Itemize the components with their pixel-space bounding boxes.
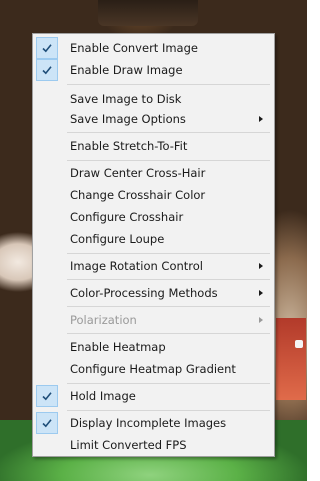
- menu-item-configure-heatmap-gradient[interactable]: Configure Heatmap Gradient: [36, 358, 271, 380]
- menu-item-color-processing-methods[interactable]: Color-Processing Methods: [36, 282, 271, 304]
- menu-item-label: Enable Stretch-To-Fit: [70, 139, 188, 153]
- checkmark-icon: [36, 59, 58, 81]
- menu-item-label: Save Image Options: [70, 112, 186, 126]
- menu-item-save-image-to-disk[interactable]: Save Image to Disk: [36, 88, 271, 110]
- context-menu-list: Enable Convert Image Enable Draw Image S…: [33, 34, 274, 456]
- menu-separator: [67, 160, 270, 161]
- menu-separator: [67, 84, 270, 85]
- menu-separator: [67, 383, 270, 384]
- menu-separator: [67, 306, 270, 307]
- menu-item-enable-convert-image[interactable]: Enable Convert Image: [36, 37, 271, 59]
- chevron-right-icon: [259, 116, 263, 122]
- menu-item-hold-image[interactable]: Hold Image: [36, 385, 271, 407]
- chevron-right-icon: [259, 317, 263, 323]
- menu-item-label: Display Incomplete Images: [70, 416, 227, 430]
- menu-item-label: Save Image to Disk: [70, 92, 182, 106]
- menu-item-label: Configure Loupe: [70, 232, 165, 246]
- menu-item-label: Configure Heatmap Gradient: [70, 362, 236, 376]
- menu-item-change-crosshair-color[interactable]: Change Crosshair Color: [36, 184, 271, 206]
- menu-item-label: Image Rotation Control: [70, 259, 203, 273]
- menu-item-display-incomplete-images[interactable]: Display Incomplete Images: [36, 412, 271, 434]
- menu-item-label: Configure Crosshair: [70, 210, 184, 224]
- menu-item-label: Draw Center Cross-Hair: [70, 166, 206, 180]
- checkmark-icon: [36, 385, 58, 407]
- background-ornament-shape: [276, 318, 306, 400]
- chevron-right-icon: [259, 263, 263, 269]
- menu-separator: [67, 410, 270, 411]
- checkmark-icon: [36, 37, 58, 59]
- background-hat-shape: [98, 0, 198, 26]
- menu-separator: [67, 333, 270, 334]
- menu-item-enable-stretch-to-fit[interactable]: Enable Stretch-To-Fit: [36, 135, 271, 157]
- menu-item-configure-crosshair[interactable]: Configure Crosshair: [36, 206, 271, 228]
- menu-item-polarization[interactable]: Polarization: [36, 309, 271, 331]
- menu-item-label: Enable Heatmap: [70, 340, 166, 354]
- checkmark-icon: [36, 412, 58, 434]
- menu-item-label: Change Crosshair Color: [70, 188, 206, 202]
- menu-item-configure-loupe[interactable]: Configure Loupe: [36, 228, 271, 250]
- menu-item-label: Hold Image: [70, 389, 136, 403]
- menu-item-save-image-options[interactable]: Save Image Options: [36, 108, 271, 130]
- menu-item-limit-converted-fps[interactable]: Limit Converted FPS: [36, 434, 271, 456]
- context-menu: Enable Convert Image Enable Draw Image S…: [32, 33, 275, 457]
- menu-item-label: Limit Converted FPS: [70, 438, 187, 452]
- background-ornament-dot: [295, 340, 303, 348]
- menu-separator: [67, 253, 270, 254]
- chevron-right-icon: [259, 290, 263, 296]
- menu-separator: [67, 279, 270, 280]
- menu-item-draw-center-cross-hair[interactable]: Draw Center Cross-Hair: [36, 162, 271, 184]
- menu-item-enable-heatmap[interactable]: Enable Heatmap: [36, 336, 271, 358]
- menu-item-label: Color-Processing Methods: [70, 286, 218, 300]
- menu-item-label: Polarization: [70, 313, 137, 327]
- menu-separator: [67, 132, 270, 133]
- menu-item-label: Enable Draw Image: [70, 63, 183, 77]
- menu-item-label: Enable Convert Image: [70, 41, 198, 55]
- menu-item-enable-draw-image[interactable]: Enable Draw Image: [36, 59, 271, 81]
- menu-item-image-rotation-control[interactable]: Image Rotation Control: [36, 255, 271, 277]
